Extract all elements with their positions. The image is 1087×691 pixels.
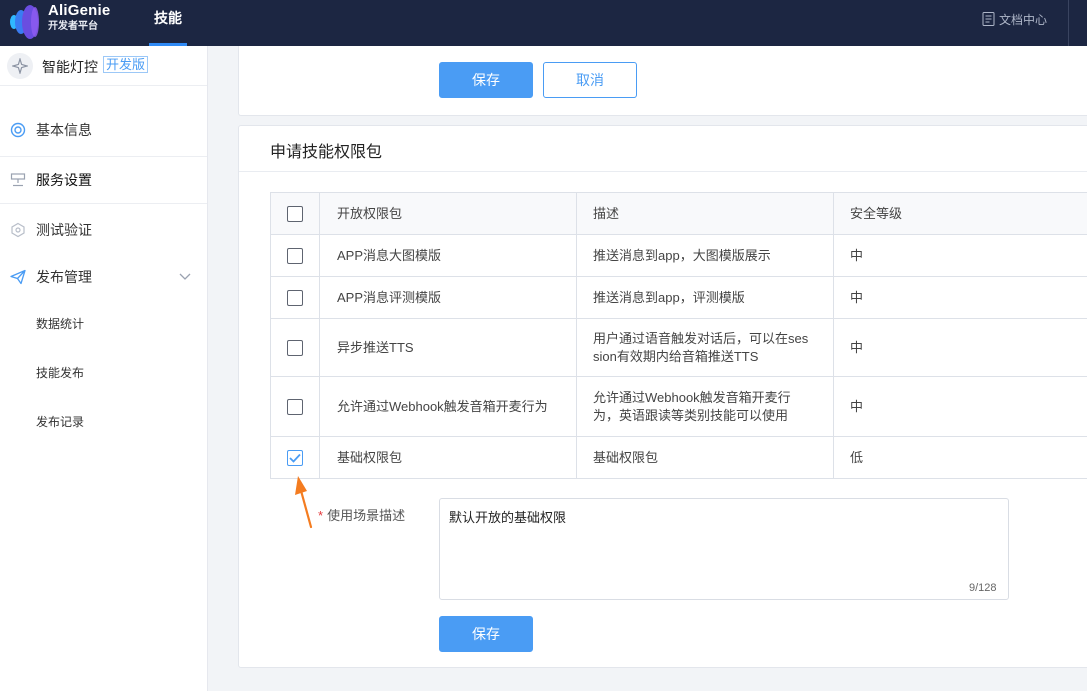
submenu-item-skill-publish[interactable]: 技能发布 — [36, 364, 84, 381]
submenu-item-data-stats[interactable]: 数据统计 — [36, 315, 84, 332]
usage-scenario-label-text: 使用场景描述 — [327, 508, 406, 523]
row-checkbox[interactable] — [287, 398, 303, 415]
table-header-row: 开放权限包 描述 安全等级 — [271, 193, 1087, 235]
sidebar-item-label: 发布管理 — [36, 269, 92, 285]
lifebuoy-icon — [10, 122, 26, 138]
character-counter: 9/128 — [969, 582, 997, 594]
document-icon — [982, 12, 995, 26]
table-row: APP消息大图模版 推送消息到app，大图模版展示 中 — [271, 235, 1087, 277]
aligenie-logo-mark-icon — [10, 5, 39, 39]
skill-header: 智能灯控 开发版 — [0, 46, 207, 86]
sparkle-icon — [12, 58, 28, 74]
permission-description: 用户通过语音触发对话后，可以在session有效期内给音箱推送TTS — [577, 319, 834, 376]
sidebar-item-service-settings[interactable]: 服务设置 — [0, 156, 207, 204]
table-row: APP消息评测模版 推送消息到app，评测模版 中 — [271, 277, 1087, 319]
row-checkbox[interactable] — [287, 247, 303, 264]
panel-header: 申请技能权限包 — [239, 126, 1087, 172]
permission-name: APP消息大图模版 — [320, 235, 577, 276]
security-level: 中 — [834, 235, 1087, 276]
chevron-down-icon[interactable] — [179, 273, 191, 281]
sidebar-item-label: 测试验证 — [36, 222, 92, 238]
permission-name: 允许通过Webhook触发音箱开麦行为 — [320, 377, 577, 436]
permission-name: 异步推送TTS — [320, 319, 577, 376]
panel-title: 申请技能权限包 — [270, 144, 383, 161]
required-mark: * — [318, 508, 324, 523]
security-level: 中 — [834, 319, 1087, 376]
tab-skills[interactable]: 技能 — [149, 0, 187, 46]
permission-description: 允许通过Webhook触发音箱开麦行为，英语跟读等类别技能可以使用 — [577, 377, 834, 436]
column-header-description: 描述 — [577, 193, 834, 234]
topbar-divider — [1068, 0, 1069, 46]
cancel-button[interactable]: 取消 — [543, 62, 637, 98]
security-level: 低 — [834, 437, 1087, 478]
security-level: 中 — [834, 377, 1087, 436]
table-row: 允许通过Webhook触发音箱开麦行为 允许通过Webhook触发音箱开麦行为，… — [271, 377, 1087, 437]
brand-title: AliGenie — [48, 2, 111, 19]
aligenie-logo[interactable]: AliGenie 开发者平台 — [8, 0, 138, 46]
table-row: 异步推送TTS 用户通过语音触发对话后，可以在session有效期内给音箱推送T… — [271, 319, 1087, 377]
sidebar-item-label: 基本信息 — [36, 122, 92, 138]
sidebar-item-basic-info[interactable]: 基本信息 — [0, 106, 207, 154]
row-checkbox-checked[interactable] — [287, 449, 303, 466]
top-action-panel: 保存 取消 — [238, 46, 1087, 116]
save-permissions-button[interactable]: 保存 — [439, 616, 533, 652]
column-header-security-level: 安全等级 — [834, 193, 1087, 234]
column-header-permission: 开放权限包 — [320, 193, 577, 234]
server-icon — [10, 173, 26, 187]
sidebar-item-label: 服务设置 — [36, 172, 92, 188]
skill-avatar — [7, 53, 33, 79]
doc-center-link[interactable]: 文档中心 — [982, 10, 1047, 28]
hexagon-icon — [11, 222, 25, 238]
security-level: 中 — [834, 277, 1087, 318]
usage-scenario-label: * 使用场景描述 — [318, 505, 405, 524]
select-all-checkbox[interactable] — [287, 205, 303, 222]
usage-scenario-textarea[interactable]: 默认开放的基础权限 — [439, 498, 1009, 600]
paper-plane-icon — [10, 269, 26, 285]
row-checkbox[interactable] — [287, 339, 303, 356]
brand-subtitle: 开发者平台 — [48, 21, 98, 32]
row-checkbox[interactable] — [287, 289, 303, 306]
sidebar-item-publish-management[interactable]: 发布管理 — [0, 253, 207, 301]
top-navigation-bar: AliGenie 开发者平台 技能 文档中心 — [0, 0, 1087, 46]
permission-description: 基础权限包 — [577, 437, 834, 478]
permissions-table: 开放权限包 描述 安全等级 APP消息大图模版 推送消息到app，大图模版展示 … — [270, 192, 1087, 479]
permission-name: 基础权限包 — [320, 437, 577, 478]
permission-name: APP消息评测模版 — [320, 277, 577, 318]
annotation-arrow-icon — [295, 476, 313, 529]
table-row: 基础权限包 基础权限包 低 — [271, 437, 1087, 479]
doc-center-label: 文档中心 — [999, 12, 1048, 27]
permission-description: 推送消息到app，大图模版展示 — [577, 235, 834, 276]
sidebar-item-test-verify[interactable]: 测试验证 — [0, 206, 207, 254]
checkmark-icon — [289, 453, 301, 463]
dev-version-badge: 开发版 — [103, 56, 149, 73]
permission-description: 推送消息到app，评测模版 — [577, 277, 834, 318]
tab-skills-label: 技能 — [154, 10, 182, 26]
skill-name: 智能灯控 — [42, 59, 98, 75]
submenu-item-publish-records[interactable]: 发布记录 — [36, 413, 84, 430]
sidebar: 智能灯控 开发版 基本信息 服务设置 测试验证 发布管理 数据统计 技能发布 发… — [0, 46, 208, 691]
save-button[interactable]: 保存 — [439, 62, 533, 98]
